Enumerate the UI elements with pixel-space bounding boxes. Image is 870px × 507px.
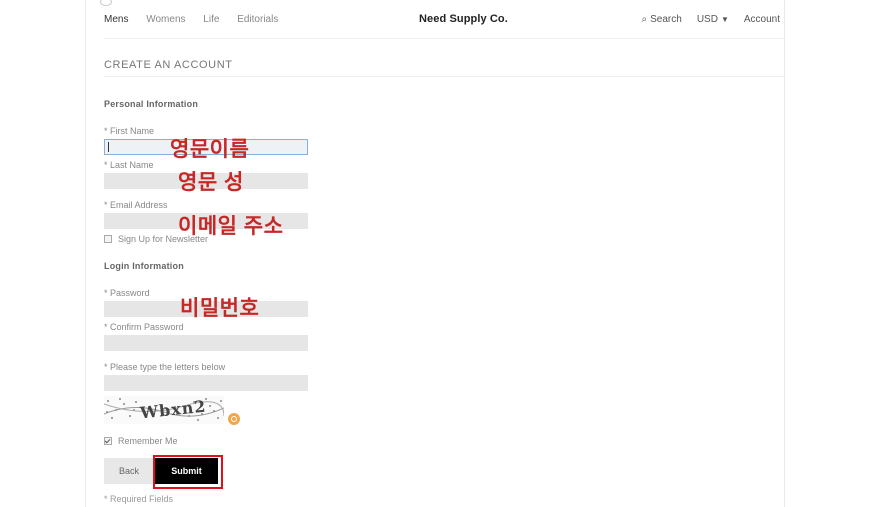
first-name-label: * First Name [104, 126, 155, 136]
nav-link-life[interactable]: Life [203, 14, 219, 25]
account-link[interactable]: Account [744, 14, 780, 25]
currency-label: USD [696, 14, 718, 25]
page-title: CREATE AN ACCOUNT [104, 59, 233, 71]
back-button[interactable]: Back [104, 458, 154, 484]
annotation-password: 비밀번호 [180, 297, 260, 320]
right-border [784, 0, 785, 507]
nav-link-mens[interactable]: Mens [104, 14, 128, 25]
captcha-image: Wbxn2 [104, 396, 224, 424]
annotation-email: 이메일 주소 [178, 215, 284, 238]
confirm-password-field[interactable] [104, 335, 308, 351]
nav-link-womens[interactable]: Womens [146, 14, 185, 25]
login-info-heading: Login Information [104, 261, 184, 271]
chevron-down-icon: ▼ [720, 15, 729, 24]
annotation-last-name: 영문 성 [178, 171, 244, 194]
title-divider [104, 76, 784, 77]
text-cursor [108, 142, 109, 152]
email-label: * Email Address [104, 200, 168, 210]
nav-links: Mens Womens Life Editorials [104, 14, 293, 25]
last-name-label: * Last Name [104, 160, 154, 170]
submit-highlight-box [153, 455, 223, 489]
currency-select[interactable]: USD ▼ [697, 14, 729, 25]
required-note: * Required Fields [104, 494, 174, 504]
nav-utilities: ⌕ Search USD ▼ Account [642, 14, 780, 25]
left-border [85, 0, 86, 507]
remember-label: Remember Me [118, 436, 178, 446]
brand-logo[interactable]: Need Supply Co. [419, 13, 508, 25]
refresh-captcha-icon[interactable] [228, 413, 240, 425]
search-link[interactable]: ⌕ Search [642, 14, 682, 25]
remember-option[interactable]: Remember Me [104, 436, 178, 446]
personal-info-heading: Personal Information [104, 99, 199, 109]
annotation-first-name: 영문이름 [170, 138, 250, 161]
confirm-password-label: * Confirm Password [104, 322, 184, 332]
remember-checkbox[interactable] [104, 437, 112, 445]
captcha-label: * Please type the letters below [104, 362, 226, 372]
page-frame: Mens Womens Life Editorials Need Supply … [0, 0, 870, 507]
captcha-field[interactable] [104, 375, 308, 391]
nav-link-editorials[interactable]: Editorials [237, 14, 278, 25]
newsletter-checkbox[interactable] [104, 235, 112, 243]
password-label: * Password [104, 288, 150, 298]
top-nav: Mens Womens Life Editorials Need Supply … [104, 0, 784, 39]
search-icon: ⌕ [641, 14, 648, 25]
search-label: Search [650, 14, 682, 25]
